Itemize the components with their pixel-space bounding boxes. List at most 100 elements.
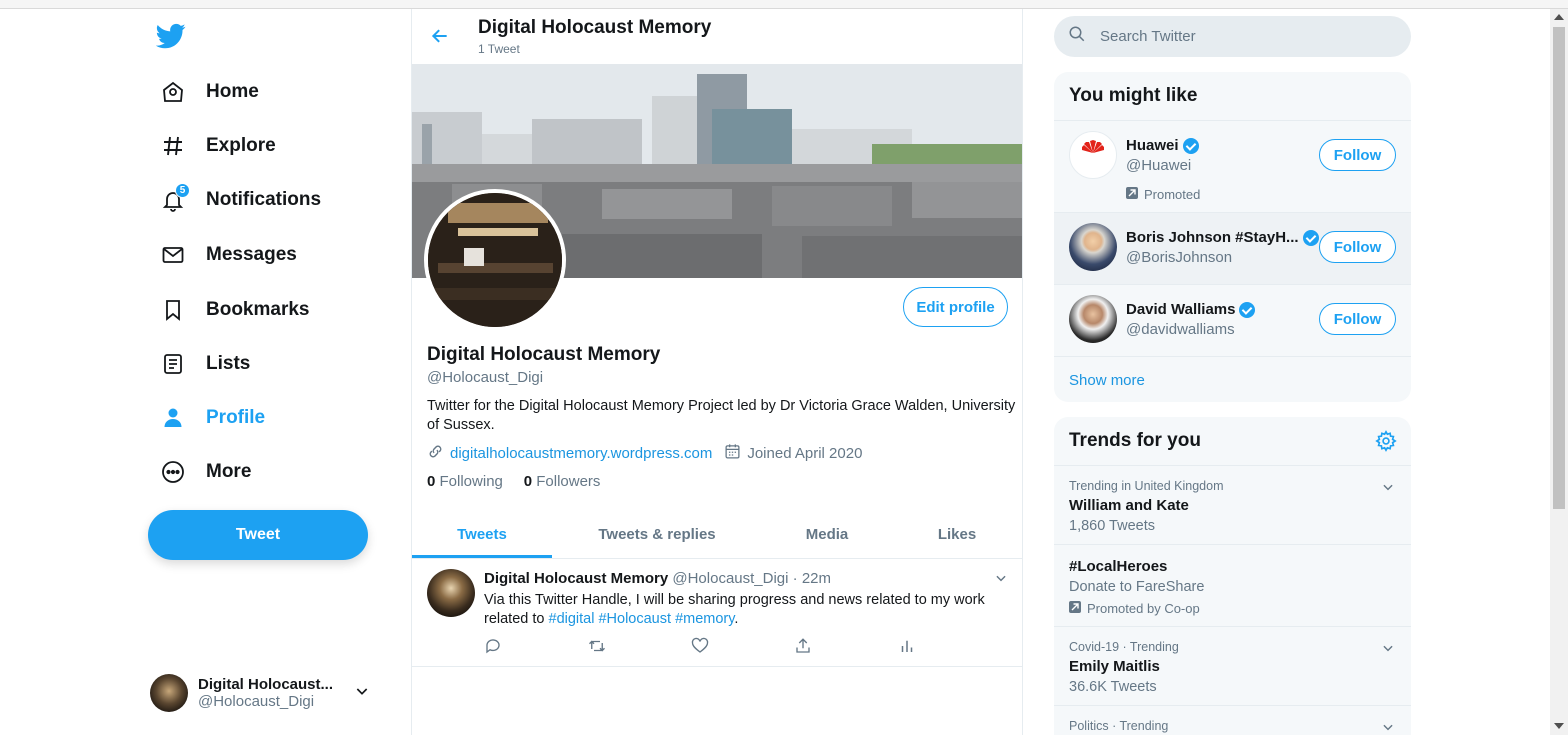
who-to-follow-card: You might like Huawei @Huawei Promoted F…	[1054, 72, 1411, 402]
nav-messages-label: Messages	[206, 244, 297, 265]
follow-button[interactable]: Follow	[1319, 139, 1396, 171]
share-icon[interactable]	[794, 637, 812, 660]
nav-explore-label: Explore	[206, 135, 276, 156]
promoted-text: Promoted by Co-op	[1087, 601, 1200, 616]
home-icon	[160, 79, 186, 105]
followers-label: Followers	[536, 473, 601, 490]
active-tab-indicator	[412, 555, 552, 558]
page-title: Digital Holocaust Memory	[478, 17, 712, 38]
tweet-item[interactable]: Digital Holocaust Memory @Holocaust_Digi…	[412, 559, 1022, 667]
trend-description: Donate to FareShare	[1069, 579, 1205, 595]
search-icon	[1068, 25, 1086, 48]
nav-messages[interactable]: Messages	[148, 230, 309, 280]
scroll-up-arrow-icon[interactable]	[1554, 14, 1564, 20]
tab-tweets[interactable]: Tweets	[412, 509, 552, 559]
tweet-handle-time: @Holocaust_Digi · 22m	[672, 570, 831, 587]
tab-media[interactable]: Media	[757, 509, 897, 559]
chevron-down-icon[interactable]	[1381, 720, 1395, 735]
suggested-account[interactable]: David Walliams @davidwalliams Follow	[1054, 285, 1411, 357]
huawei-avatar	[1069, 131, 1117, 179]
settings-gear-icon[interactable]	[1375, 430, 1397, 457]
nav-home[interactable]: Home	[148, 67, 271, 117]
scrollbar-thumb[interactable]	[1553, 27, 1565, 509]
david-walliams-name: David Walliams	[1126, 301, 1236, 318]
trend-tweet-count: 1,860 Tweets	[1069, 518, 1155, 534]
tweet-button[interactable]: Tweet	[148, 510, 368, 560]
list-icon	[160, 351, 186, 377]
followers-count: 0	[523, 473, 533, 490]
nav-more-label: More	[206, 461, 252, 482]
left-navigation: Home Explore 5 Notifications Messages Bo…	[140, 9, 410, 735]
tab-likes[interactable]: Likes	[902, 509, 1012, 559]
scroll-down-arrow-icon[interactable]	[1554, 723, 1564, 729]
promoted-label: Promoted by Co-op	[1069, 601, 1396, 616]
tweet-text: Via this Twitter Handle, I will be shari…	[484, 591, 1004, 629]
page-scrollbar[interactable]	[1550, 9, 1568, 735]
profile-avatar[interactable]	[424, 189, 566, 331]
trend-item[interactable]: #LocalHeroes Donate to FareShare Promote…	[1054, 545, 1411, 627]
hashtag-link[interactable]: #memory	[675, 611, 734, 627]
hashtag-link[interactable]: #digital	[549, 611, 595, 627]
trend-title: Emily Maitlis	[1069, 658, 1160, 675]
chevron-down-icon[interactable]	[1381, 641, 1395, 660]
suggested-account[interactable]: Boris Johnson #StayH... @BorisJohnson Fo…	[1054, 213, 1411, 285]
trend-context: Trending in United Kingdom	[1069, 479, 1224, 493]
boris-johnson-avatar	[1069, 223, 1117, 271]
profile-handle: @Holocaust_Digi	[427, 369, 544, 386]
calendar-icon	[724, 443, 741, 464]
trend-item[interactable]: Covid-19 · Trending Emily Maitlis 36.6K …	[1054, 627, 1411, 706]
promoted-icon	[1069, 601, 1081, 616]
profile-header: Digital Holocaust Memory 1 Tweet	[412, 9, 1022, 63]
trends-title: Trends for you	[1054, 417, 1411, 466]
followers-link[interactable]: 0 Followers	[524, 473, 601, 490]
trend-item[interactable]: Trending in United Kingdom William and K…	[1054, 466, 1411, 545]
link-icon	[427, 443, 444, 464]
tweet-count: 1 Tweet	[478, 42, 520, 56]
more-icon	[160, 459, 186, 485]
nav-notifications[interactable]: 5 Notifications	[148, 175, 333, 225]
tweet-actions	[484, 637, 944, 657]
account-switcher[interactable]: Digital Holocaust... @Holocaust_Digi	[150, 665, 390, 721]
trend-context: Politics · Trending	[1069, 719, 1169, 733]
edit-profile-button[interactable]: Edit profile	[903, 287, 1008, 327]
nav-more[interactable]: More	[148, 447, 263, 497]
chevron-down-icon[interactable]	[994, 571, 1008, 590]
profile-meta: digitalholocaustmemory.wordpress.com Joi…	[427, 443, 862, 464]
trend-item[interactable]: Politics · Trending	[1054, 706, 1411, 735]
profile-joined-date: Joined April 2020	[747, 445, 863, 462]
verified-badge-icon	[1302, 229, 1319, 246]
search-input[interactable]: Search Twitter	[1054, 16, 1411, 57]
tweet-avatar[interactable]	[427, 569, 475, 617]
follow-button[interactable]: Follow	[1319, 303, 1396, 335]
trend-title: William and Kate	[1069, 497, 1189, 514]
nav-lists[interactable]: Lists	[148, 339, 262, 389]
show-more-link[interactable]: Show more	[1054, 357, 1411, 402]
tweet-author-name[interactable]: Digital Holocaust Memory	[484, 570, 668, 587]
hashtag-link[interactable]: #Holocaust	[598, 611, 671, 627]
suggested-account-name: David Walliams	[1126, 301, 1256, 318]
search-placeholder: Search Twitter	[1100, 28, 1196, 45]
who-to-follow-title: You might like	[1054, 72, 1411, 121]
analytics-icon[interactable]	[898, 637, 916, 660]
suggested-account[interactable]: Huawei @Huawei Promoted Follow	[1054, 121, 1411, 213]
back-arrow-icon[interactable]	[430, 26, 450, 51]
hashtag-icon	[160, 133, 186, 159]
nav-profile[interactable]: Profile	[148, 393, 277, 443]
envelope-icon	[160, 242, 186, 268]
nav-bookmarks[interactable]: Bookmarks	[148, 285, 322, 335]
nav-notifications-label: Notifications	[206, 189, 322, 210]
chevron-down-icon[interactable]	[1381, 480, 1395, 499]
bell-icon: 5	[160, 183, 190, 213]
following-link[interactable]: 0 Following	[427, 473, 503, 490]
like-icon[interactable]	[691, 637, 709, 660]
nav-explore[interactable]: Explore	[148, 121, 288, 171]
twitter-logo-icon[interactable]	[155, 21, 186, 51]
follow-button[interactable]: Follow	[1319, 231, 1396, 263]
retweet-icon[interactable]	[587, 637, 607, 660]
nav-home-label: Home	[206, 81, 259, 102]
reply-icon[interactable]	[484, 637, 502, 660]
nav-profile-label: Profile	[206, 407, 266, 428]
tab-tweets-and-replies[interactable]: Tweets & replies	[587, 509, 727, 559]
profile-follow-stats: 0 Following 0 Followers	[427, 473, 600, 490]
profile-website-link[interactable]: digitalholocaustmemory.wordpress.com	[450, 445, 712, 462]
